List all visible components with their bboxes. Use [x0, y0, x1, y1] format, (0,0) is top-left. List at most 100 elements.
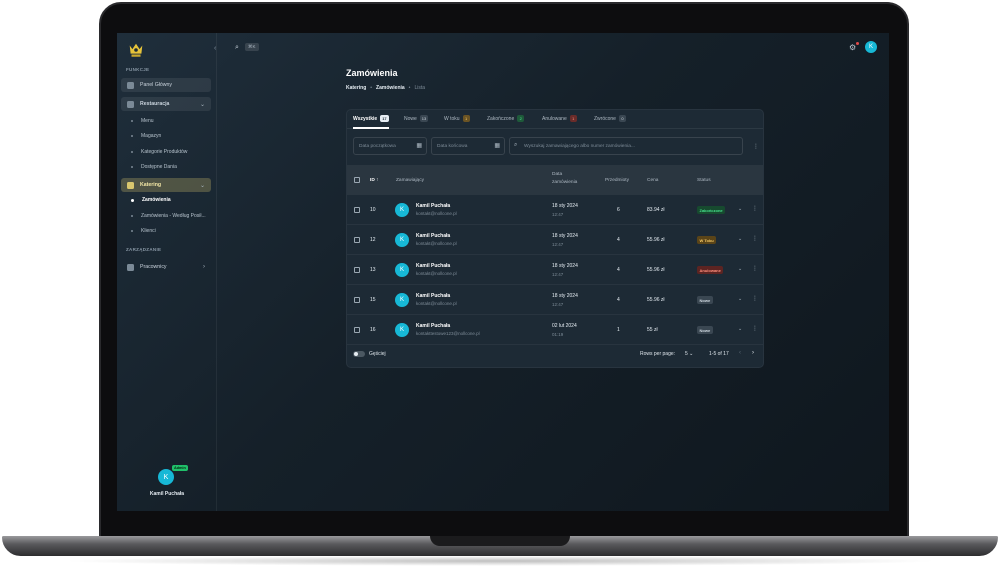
order-id: 13 [370, 267, 376, 273]
tab-zakonczone[interactable]: Zakończone 2 [487, 115, 525, 122]
search-input[interactable]: ⌕ Wyszukaj zamawiającego albo numer zamó… [509, 137, 743, 155]
logo-icon[interactable] [127, 41, 145, 59]
field-placeholder: Data końcowa [437, 143, 468, 149]
sidebar-item-restauracja[interactable]: Restauracja ⌄ [121, 97, 211, 111]
chevron-down-icon: ⌄ [199, 182, 205, 189]
table-row[interactable]: 12 K Kamil Puchała kontakt@nollcone.pl 18 st… [347, 225, 763, 255]
search-icon[interactable]: ⌕ [235, 44, 239, 52]
tab-label: W toku [444, 115, 460, 122]
collapse-sidebar-icon[interactable]: ‹ [214, 45, 216, 52]
header-label: ID [370, 178, 375, 183]
order-id: 16 [370, 327, 376, 333]
order-date: 18 sty 2024 [552, 293, 578, 299]
search-shortcut[interactable]: ⌘K [245, 43, 259, 51]
calendar-icon[interactable]: ▦ [416, 142, 422, 149]
bullet-icon [131, 198, 134, 202]
tab-anulowane[interactable]: Anulowane 1 [542, 115, 577, 122]
column-header-customer[interactable]: Zamawiający [396, 177, 424, 184]
table-header: ID ↑ Zamawiający Data zamówienia Przedmi… [347, 165, 763, 195]
chevron-down-icon[interactable]: ⌄ [738, 266, 742, 272]
sidebar-item-label: Zamówienia - Według Posił... [141, 213, 206, 219]
dashboard-icon [127, 81, 134, 89]
order-time: 12:47 [552, 242, 564, 247]
more-options-icon[interactable]: ⋮ [753, 143, 759, 150]
table-row[interactable]: 15 K Kamil Puchała kontakt@nollcone.pl 18 st… [347, 285, 763, 315]
restaurant-icon [127, 100, 134, 108]
tab-count: 13 [419, 115, 429, 122]
rows-per-page-select[interactable]: 5 ⌄ [685, 351, 693, 357]
next-page-icon[interactable]: › [752, 350, 754, 356]
row-checkbox[interactable] [354, 237, 360, 243]
start-date-field[interactable]: Data początkowa ▦ [353, 137, 427, 155]
order-date: 18 sty 2024 [552, 233, 578, 239]
items-count: 4 [617, 237, 620, 243]
avatar[interactable]: K [865, 41, 877, 53]
more-options-icon[interactable]: ⋮ [752, 325, 758, 332]
sidebar-subitem-dania[interactable]: Dostępne Dania [131, 164, 177, 170]
tab-w-toku[interactable]: W toku 1 [444, 115, 470, 122]
chevron-down-icon[interactable]: ⌄ [738, 236, 742, 242]
more-options-icon[interactable]: ⋮ [752, 295, 758, 302]
column-header-items[interactable]: Przedmioty [605, 177, 629, 184]
column-header-status[interactable]: Status [697, 177, 711, 184]
status-badge: Nowe [697, 326, 713, 334]
avatar: K [395, 323, 409, 337]
avatar[interactable]: K [158, 469, 174, 485]
customer-name: Kamil Puchała [416, 203, 451, 209]
more-options-icon[interactable]: ⋮ [752, 235, 758, 242]
column-header-date-line1[interactable]: Data [552, 171, 562, 178]
order-price: 83.94 zł [647, 207, 665, 213]
sidebar-subitem-kategorie[interactable]: Kategorie Produktów [131, 149, 187, 155]
dense-toggle[interactable] [353, 351, 365, 357]
sidebar-subitem-zamowienia[interactable]: Zamówienia [131, 197, 171, 203]
customer-email: kontakt@nollcone.pl [416, 211, 457, 216]
chevron-down-icon[interactable]: ⌄ [738, 326, 742, 332]
table-row[interactable]: 16 K Kamil Puchała kontakttestowe123@nollco… [347, 315, 763, 345]
section-label-funkcje: FUNKCJE [126, 67, 150, 72]
sidebar-subitem-klienci[interactable]: Klienci [131, 228, 156, 234]
column-header-date-line2[interactable]: zamówienia [552, 179, 577, 186]
customer-email: kontakt@nollcone.pl [416, 241, 457, 246]
gear-icon[interactable]: ⚙ [849, 43, 856, 52]
items-count: 4 [617, 267, 620, 273]
order-time: 12:47 [552, 272, 564, 277]
chevron-down-icon[interactable]: ⌄ [738, 206, 742, 212]
tab-nowe[interactable]: Nowe 13 [404, 115, 429, 122]
select-all-checkbox[interactable] [354, 177, 360, 183]
row-checkbox[interactable] [354, 207, 360, 213]
sidebar-subitem-zamowienia-posilki[interactable]: Zamówienia - Według Posił... [131, 213, 206, 219]
sidebar-item-label: Panel Główny [140, 82, 173, 88]
breadcrumb-item[interactable]: Zamówienia [376, 85, 405, 91]
order-price: 55.96 zł [647, 267, 665, 273]
row-checkbox[interactable] [354, 267, 360, 273]
customer-email: kontakt@nollcone.pl [416, 271, 457, 276]
table-row[interactable]: 13 K Kamil Puchała kontakt@nollcone.pl 18 st… [347, 255, 763, 285]
sidebar-subitem-menu[interactable]: Menu [131, 118, 154, 124]
tab-wszystkie[interactable]: Wszystkie 17 [353, 115, 389, 122]
row-checkbox[interactable] [354, 297, 360, 303]
column-header-price[interactable]: Cena [647, 177, 658, 184]
avatar: K [395, 233, 409, 247]
laptop-shadow [60, 556, 940, 566]
rows-per-page-label: Rows per page: [640, 351, 676, 357]
sidebar-subitem-magazyn[interactable]: Magazyn [131, 133, 161, 139]
column-header-id[interactable]: ID ↑ [370, 177, 379, 184]
tab-count: 0 [618, 115, 626, 122]
tab-zwrocone[interactable]: Zwrócone 0 [594, 115, 626, 122]
end-date-field[interactable]: Data końcowa ▦ [431, 137, 505, 155]
prev-page-icon[interactable]: ‹ [739, 350, 741, 356]
customer-email: kontakttestowe123@nollcone.pl [416, 331, 480, 336]
row-checkbox[interactable] [354, 327, 360, 333]
order-time: 01:19 [552, 332, 564, 337]
sidebar-item-panel[interactable]: Panel Główny [121, 78, 211, 92]
more-options-icon[interactable]: ⋮ [752, 265, 758, 272]
sidebar-item-katering[interactable]: Katering ⌄ [121, 178, 211, 192]
breadcrumb-item[interactable]: Katering [346, 85, 366, 91]
field-placeholder: Wyszukaj zamawiającego albo numer zamówi… [524, 143, 635, 149]
chevron-down-icon[interactable]: ⌄ [738, 296, 742, 302]
sidebar-item-pracownicy[interactable]: Pracownicy › [121, 260, 211, 274]
tab-count: 1 [462, 115, 470, 122]
table-row[interactable]: 10 K Kamil Puchała kontakt@nollcone.pl 18 st… [347, 195, 763, 225]
calendar-icon[interactable]: ▦ [494, 142, 500, 149]
more-options-icon[interactable]: ⋮ [752, 205, 758, 212]
